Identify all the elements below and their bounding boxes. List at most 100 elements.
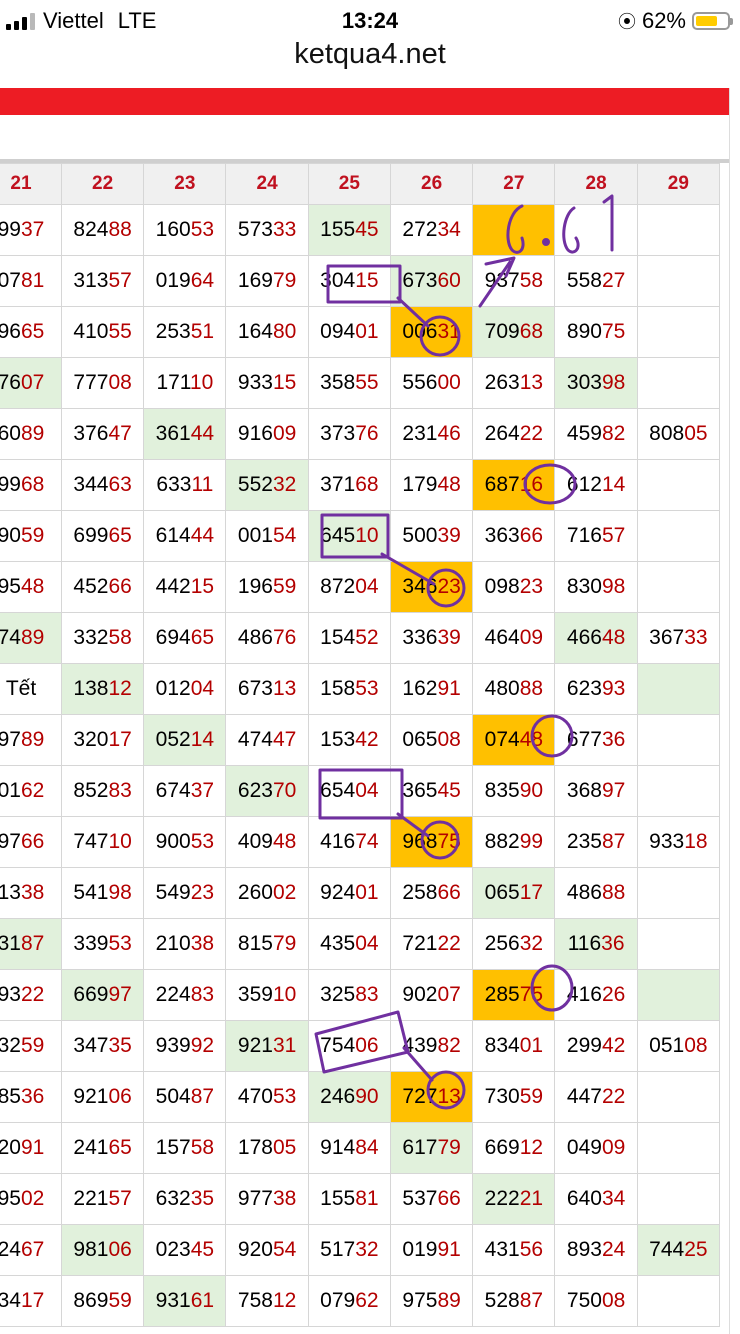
number-head: 431 — [484, 1238, 520, 1261]
number-tail: 51 — [190, 320, 215, 343]
number-head: 968 — [402, 830, 438, 853]
result-cell: 9548 — [0, 561, 62, 613]
result-cell: 36733 — [636, 612, 721, 664]
result-cell: 2467 — [0, 1224, 62, 1276]
number-head: 224 — [155, 983, 191, 1006]
number-head: 921 — [237, 1034, 273, 1057]
table-row: 954845266442151965987204346230982383098 — [0, 561, 721, 613]
number-head: 376 — [73, 422, 109, 445]
result-cell: 16291 — [389, 663, 474, 715]
number-tail: 44 — [190, 524, 215, 547]
number-tail: 60 — [437, 269, 461, 292]
number-head: 549 — [155, 881, 191, 904]
number-tail: 90 — [519, 779, 544, 802]
number-tail: 87 — [20, 932, 45, 955]
number-tail: 47 — [108, 422, 132, 445]
number-head: 85 — [0, 1085, 21, 1108]
number-tail: 76 — [272, 626, 297, 649]
result-cell: 22157 — [60, 1173, 145, 1225]
number-tail: 33 — [684, 626, 708, 649]
number-head: 933 — [237, 371, 273, 394]
number-head: 272 — [402, 218, 438, 241]
number-head: 632 — [155, 1187, 191, 1210]
number-tail: 44 — [190, 422, 215, 445]
number-head: 023 — [155, 1238, 191, 1261]
number-tail: 91 — [20, 1136, 45, 1159]
result-cell: 87204 — [307, 561, 391, 613]
result-cell: 41626 — [554, 969, 638, 1021]
result-cell: 01991 — [389, 1224, 474, 1276]
number-head: 410 — [73, 320, 109, 343]
number-tail: 39 — [437, 524, 461, 547]
number-head: 459 — [566, 422, 602, 445]
number-tail: 66 — [108, 575, 132, 598]
number-tail: 57 — [108, 269, 132, 292]
number-head: 31 — [0, 932, 21, 955]
number-tail: 23 — [519, 575, 544, 598]
number-tail: 36 — [20, 1085, 45, 1108]
number-tail: 98 — [108, 881, 132, 904]
number-head: 049 — [566, 1136, 602, 1159]
column-header: 29 — [636, 163, 721, 205]
result-cell: 35910 — [225, 969, 309, 1021]
number-tail: 11 — [191, 473, 214, 496]
result-cell: 90207 — [389, 969, 474, 1021]
number-tail: 31 — [437, 320, 461, 343]
number-tail: 13 — [519, 371, 544, 394]
number-tail: 62 — [20, 779, 45, 802]
number-head: Tết — [5, 677, 37, 700]
result-cell: 44722 — [554, 1071, 638, 1123]
column-header: 27 — [472, 163, 556, 205]
number-head: 367 — [649, 626, 685, 649]
number-tail: 32 — [519, 932, 544, 955]
number-tail: 89 — [20, 728, 45, 751]
number-tail: 45 — [190, 1238, 215, 1261]
number-head: 359 — [237, 983, 273, 1006]
result-cell: 63311 — [143, 459, 227, 511]
number-head: 20 — [0, 1136, 21, 1159]
result-cell: 04909 — [554, 1122, 638, 1174]
number-head: 933 — [649, 830, 685, 853]
number-head: 673 — [237, 677, 273, 700]
number-head: 486 — [237, 626, 273, 649]
number-tail: 59 — [20, 1034, 45, 1057]
result-cell: 57333 — [225, 204, 309, 256]
number-tail: 91 — [437, 677, 461, 700]
result-cell: 9789 — [0, 714, 62, 766]
result-cell: 23146 — [389, 408, 474, 460]
result-cell: 96875 — [389, 816, 474, 868]
number-tail: 37 — [190, 779, 215, 802]
result-cell: 46409 — [472, 612, 556, 664]
number-head: 709 — [484, 320, 520, 343]
result-cell: 6089 — [0, 408, 62, 460]
number-tail: 89 — [20, 422, 45, 445]
number-tail: 25 — [684, 1238, 708, 1261]
number-head: 716 — [566, 524, 602, 547]
number-tail: 62 — [355, 1289, 379, 1312]
number-head: 258 — [402, 881, 438, 904]
column-header: 24 — [225, 163, 309, 205]
result-cell: 92131 — [225, 1020, 309, 1072]
number-tail: 52 — [355, 626, 379, 649]
result-cell: 9665 — [0, 306, 62, 358]
result-cell: 01964 — [143, 255, 227, 307]
number-tail: 34 — [601, 1187, 626, 1210]
result-cell: 21038 — [143, 918, 227, 970]
table-row: 7489332586946548676154523363946409466483… — [0, 612, 721, 664]
number-tail: 24 — [601, 1238, 626, 1261]
number-head: 065 — [484, 881, 520, 904]
number-head: 93 — [0, 983, 21, 1006]
address-bar[interactable]: ketqua4.net — [0, 38, 740, 71]
result-cell: 25351 — [143, 306, 227, 358]
number-head: 645 — [320, 524, 356, 547]
number-tail: 08 — [108, 371, 132, 394]
number-tail: 70 — [272, 779, 297, 802]
number-head: 006 — [402, 320, 438, 343]
result-cell: 15853 — [307, 663, 391, 715]
number-tail: 83 — [355, 983, 379, 1006]
number-head: 285 — [484, 983, 520, 1006]
number-head: 344 — [73, 473, 109, 496]
number-tail: 89 — [20, 626, 45, 649]
table-row: 932266997224833591032583902072857541626 — [0, 969, 721, 1021]
number-head: 231 — [402, 422, 438, 445]
